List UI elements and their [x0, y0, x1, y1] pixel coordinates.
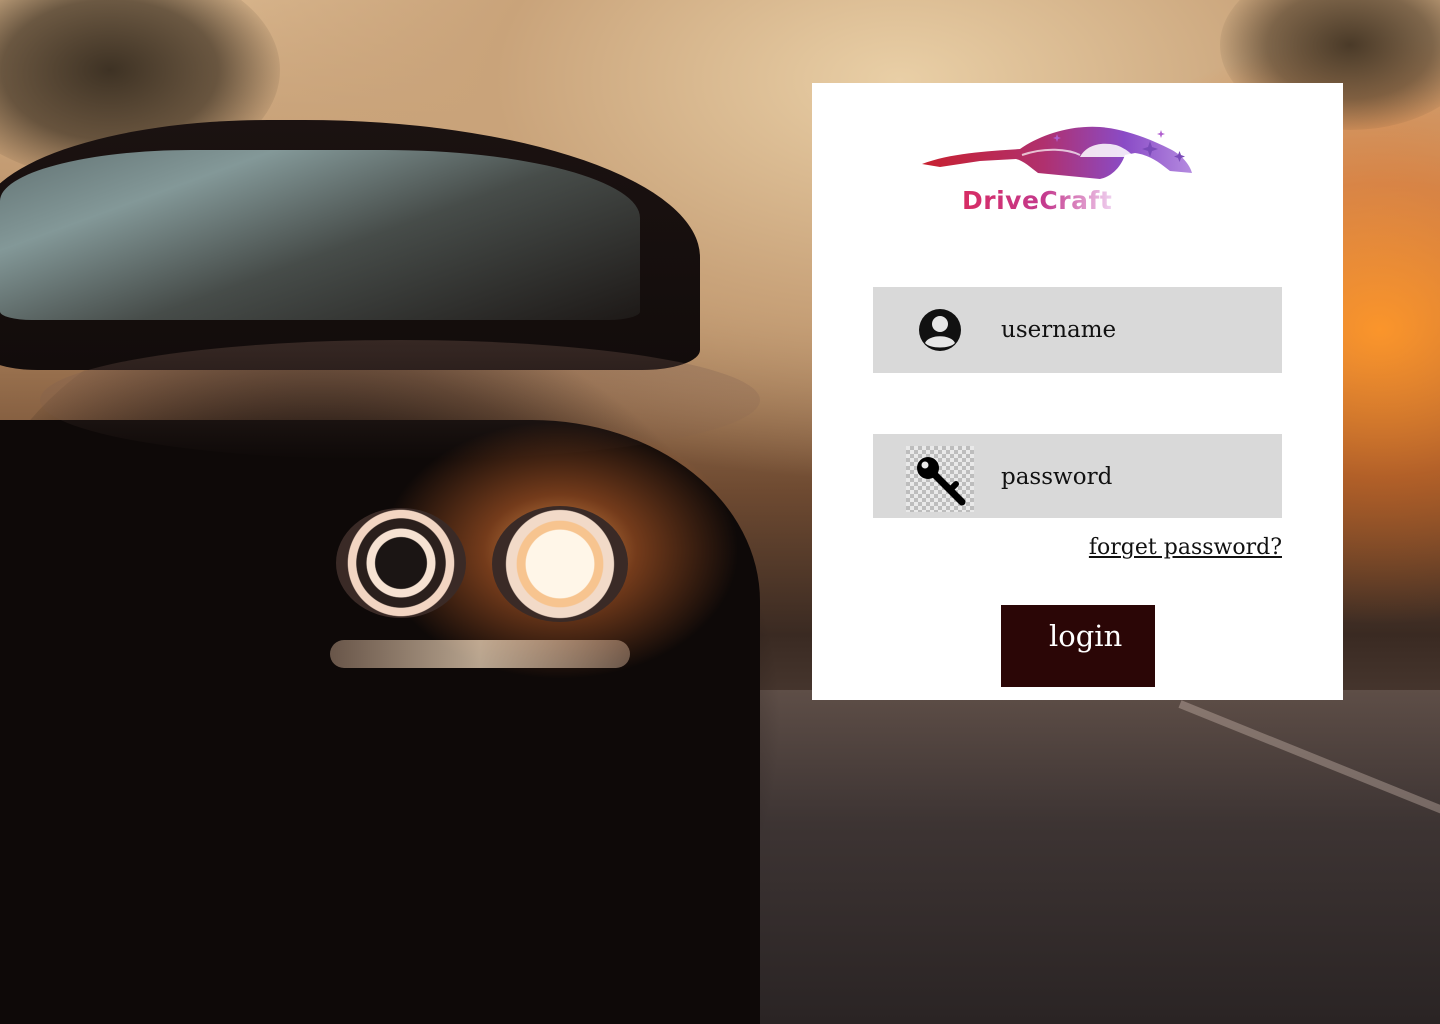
key-icon: [906, 446, 974, 512]
car-grille-light: [330, 640, 630, 668]
login-button-label: login: [1049, 619, 1123, 653]
login-button[interactable]: login: [1001, 605, 1155, 687]
car-windshield: [0, 150, 640, 320]
car-logo-icon: [922, 126, 1192, 179]
username-field[interactable]: [873, 287, 1282, 373]
headlight-right: [492, 506, 628, 622]
login-panel: DriveCraft forget password? login: [812, 83, 1343, 700]
password-input[interactable]: [1001, 454, 1271, 500]
password-field[interactable]: [873, 434, 1282, 518]
user-icon: [917, 307, 963, 353]
background-road: [760, 690, 1440, 1024]
forget-password-link[interactable]: forget password?: [1089, 535, 1282, 560]
username-input[interactable]: [1001, 307, 1271, 353]
headlight-left: [336, 508, 466, 618]
brand-name: DriveCraft: [962, 186, 1113, 215]
